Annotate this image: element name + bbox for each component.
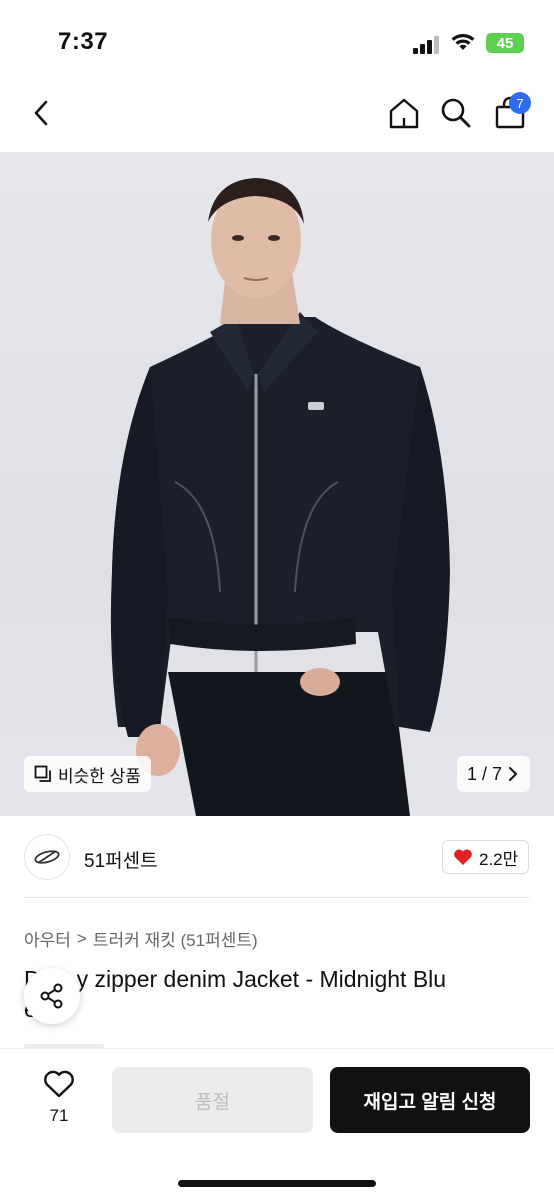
shop-logo-icon <box>34 850 60 864</box>
product-image-carousel[interactable]: 비슷한 상품 1 / 7 <box>0 152 554 816</box>
chevron-left-icon <box>34 100 48 126</box>
home-button[interactable] <box>381 90 427 136</box>
battery-icon: 45 <box>486 33 524 53</box>
similar-products-button[interactable]: 비슷한 상품 <box>24 756 151 792</box>
shop-info-row: 51퍼센트 2.2만 <box>0 830 554 886</box>
search-icon <box>441 98 471 128</box>
home-indicator <box>178 1180 376 1187</box>
top-navigation: 7 <box>0 80 554 150</box>
breadcrumb-category[interactable]: 아우터 <box>24 926 71 951</box>
bottom-action-bar: 71 품절 재입고 알림 신청 <box>0 1048 554 1200</box>
back-button[interactable] <box>18 90 64 136</box>
battery-level: 45 <box>496 34 514 52</box>
breadcrumb-subcategory[interactable]: 트러커 재킷 (51퍼센트) <box>93 926 258 951</box>
cart-count-badge: 7 <box>509 92 531 114</box>
heart-outline-icon <box>44 1070 74 1098</box>
image-page-indicator[interactable]: 1 / 7 <box>457 756 531 792</box>
search-button[interactable] <box>433 90 479 136</box>
status-bar: 7:37 45 <box>0 0 554 80</box>
image-page-count: 1 / 7 <box>467 763 503 784</box>
breadcrumb-separator: > <box>76 928 87 948</box>
chevron-right-icon <box>509 767 518 781</box>
product-title-line1: y zipper denim Jacket - Midnight Blu <box>76 966 447 992</box>
share-icon <box>40 983 63 1009</box>
breadcrumb: 아우터 > 트러커 재킷 (51퍼센트) <box>24 926 258 951</box>
shop-like-button[interactable]: 2.2만 <box>442 840 530 874</box>
product-title: Dy zipper denim Jacket - Midnight Blu <box>24 964 534 994</box>
shop-name[interactable]: 51퍼센트 <box>84 846 158 873</box>
product-photo <box>110 178 450 816</box>
status-time: 7:37 <box>58 28 109 55</box>
shop-like-count: 2.2만 <box>479 849 519 869</box>
cart-button[interactable]: 7 <box>487 90 533 136</box>
share-button[interactable] <box>24 968 80 1024</box>
similar-products-label: 비슷한 상품 <box>58 766 141 786</box>
cellular-signal-icon <box>413 34 441 54</box>
section-divider <box>24 897 530 898</box>
wishlist-count: 71 <box>49 1106 69 1125</box>
wishlist-button[interactable]: 71 <box>30 1069 88 1126</box>
product-detail-page: 7:37 45 7 비슷한 상품 1 / 7 51퍼센트 2.2만 아우터 > … <box>0 0 554 1200</box>
restock-alert-button[interactable]: 재입고 알림 신청 <box>330 1067 530 1133</box>
soldout-button[interactable]: 품절 <box>112 1067 313 1133</box>
home-icon <box>389 98 419 129</box>
wifi-icon <box>450 32 476 57</box>
heart-filled-icon <box>454 849 472 865</box>
similar-items-icon <box>34 765 51 782</box>
shop-logo[interactable] <box>24 834 70 880</box>
